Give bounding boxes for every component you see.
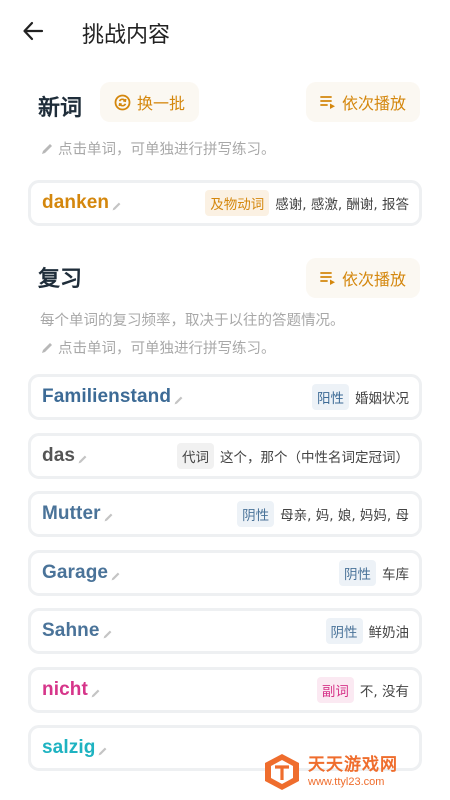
- word-label: danken: [42, 192, 110, 213]
- part-of-speech-tag: 代词: [177, 442, 214, 469]
- word-label: nicht: [42, 678, 88, 700]
- part-of-speech-tag: 副词: [316, 676, 354, 703]
- word-text[interactable]: danken: [42, 192, 122, 214]
- pencil-icon: [78, 455, 87, 463]
- word-meaning: 鲜奶油: [368, 625, 410, 641]
- word-label: Mutter: [42, 503, 101, 524]
- pencil-icon: [42, 143, 52, 154]
- word-text[interactable]: nicht: [42, 679, 101, 701]
- word-card[interactable]: danken 及物动词 感谢, 感激, 酬谢, 报答: [28, 180, 422, 226]
- watermark-logo: 天天游戏网 www.ttyl23.com: [262, 752, 398, 792]
- word-card[interactable]: Garage 阴性 车库: [28, 549, 422, 596]
- pencil-icon: [104, 513, 113, 522]
- word-meaning: 母亲, 妈, 娘, 妈妈, 母: [280, 508, 409, 524]
- word-label: Familienstand: [42, 386, 172, 407]
- playlist-icon: [320, 272, 335, 285]
- pencil-icon: [103, 630, 111, 639]
- watermark-logo-icon: [265, 754, 299, 790]
- word-text[interactable]: das: [42, 445, 88, 467]
- word-text[interactable]: Familienstand: [42, 386, 184, 408]
- word-text[interactable]: Mutter: [42, 503, 114, 525]
- watermark-name: 天天游戏网: [308, 754, 398, 775]
- word-meaning: 车库: [382, 566, 409, 583]
- word-text[interactable]: salzig: [42, 737, 108, 759]
- word-card[interactable]: Mutter 阴性 母亲, 妈, 娘, 妈妈, 母: [28, 491, 422, 537]
- new-words-play-label: 依次播放: [342, 94, 407, 113]
- review-hint: 点击单词，可单独进行拼写练习。: [40, 337, 276, 358]
- part-of-speech-tag: 阴性: [325, 618, 363, 644]
- word-meaning: 这个，那个（中性名词定冠词）: [220, 449, 409, 466]
- part-of-speech-tag: 阳性: [312, 384, 349, 410]
- new-words-hint: 点击单词，可单独进行拼写练习。: [40, 138, 276, 159]
- word-label: Sahne: [42, 620, 100, 641]
- word-meaning: 婚姻状况: [355, 391, 409, 407]
- word-text[interactable]: Garage: [42, 562, 121, 584]
- refresh-batch-button[interactable]: 换一批: [100, 82, 200, 122]
- pencil-icon: [42, 342, 52, 353]
- word-text[interactable]: Sahne: [42, 620, 113, 642]
- word-meaning: 不, 没有: [359, 683, 409, 700]
- playlist-icon: [320, 96, 335, 109]
- page-title: 挑战内容: [82, 23, 171, 48]
- new-words-title: 新词: [38, 96, 83, 121]
- review-title: 复习: [38, 267, 83, 292]
- part-of-speech-tag: 阴性: [237, 501, 275, 527]
- refresh-batch-label: 换一批: [137, 94, 186, 113]
- review-description: 每个单词的复习频率，取决于以往的答题情况。: [40, 313, 345, 329]
- new-words-hint-text: 点击单词，可单独进行拼写练习。: [58, 142, 276, 158]
- back-button[interactable]: [18, 16, 48, 46]
- new-words-play-button[interactable]: 依次播放: [306, 82, 421, 122]
- back-arrow-icon: [23, 21, 44, 41]
- pencil-icon: [111, 572, 120, 580]
- review-hint-text: 点击单词，可单独进行拼写练习。: [58, 341, 276, 357]
- watermark-url: www.ttyl23.com: [308, 775, 385, 788]
- word-card[interactable]: das 代词 这个，那个（中性名词定冠词）: [28, 432, 422, 479]
- part-of-speech-tag: 及物动词: [205, 190, 270, 216]
- word-label: salzig: [42, 737, 96, 758]
- word-meaning: 感谢, 感激, 酬谢, 报答: [275, 197, 409, 213]
- pencil-icon: [91, 689, 100, 697]
- word-card[interactable]: nicht 副词 不, 没有: [28, 666, 422, 713]
- refresh-icon: [114, 94, 131, 110]
- pencil-icon: [112, 202, 121, 211]
- part-of-speech-tag: 阴性: [339, 559, 376, 586]
- word-label: Garage: [42, 561, 109, 583]
- pencil-icon: [174, 396, 183, 405]
- review-play-button[interactable]: 依次播放: [306, 258, 421, 298]
- pencil-icon: [98, 747, 107, 756]
- word-card[interactable]: Sahne 阴性 鲜奶油: [28, 608, 422, 654]
- review-play-label: 依次播放: [342, 270, 407, 289]
- word-label: das: [42, 444, 76, 466]
- word-card[interactable]: Familienstand 阳性 婚姻状况: [28, 374, 422, 420]
- app-header: 挑战内容: [0, 0, 450, 64]
